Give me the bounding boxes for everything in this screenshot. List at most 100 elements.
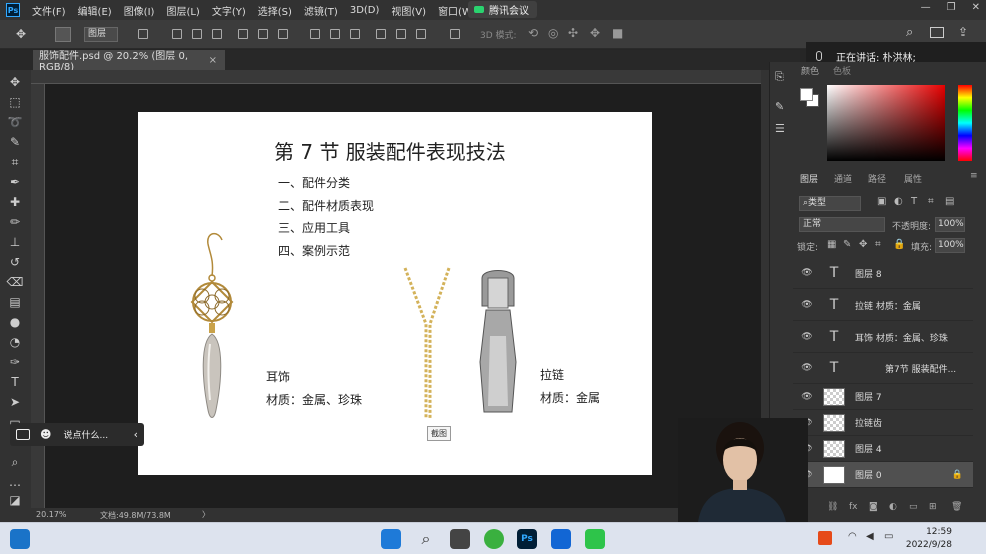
tab-layers[interactable]: 图层 (800, 172, 818, 185)
photoshop-taskbar-icon[interactable]: Ps (517, 529, 537, 549)
3d-pan-icon[interactable]: ✣ (568, 26, 578, 40)
layer-row[interactable]: 👁 T 拉链 材质：金属 (793, 290, 973, 321)
path-select-icon[interactable]: ➤ (6, 394, 24, 410)
foreground-background-swatch[interactable] (800, 88, 819, 107)
menu-view[interactable]: 视图(V) (385, 3, 432, 18)
system-clock[interactable]: 12:59 2022/9/28 (906, 526, 952, 552)
menu-layer[interactable]: 图层(L) (160, 3, 205, 18)
comment-input[interactable]: 说点什么... (63, 428, 108, 441)
distribute-spacing-icon[interactable] (450, 29, 460, 39)
lock-transparent-icon[interactable]: ▦ (827, 239, 836, 250)
brush-tool-icon[interactable]: ✏ (6, 214, 24, 230)
filter-pixel-icon[interactable]: ▣ (877, 196, 886, 207)
document-tab[interactable]: 服饰配件.psd @ 20.2% (图层 0, RGB/8) × (33, 50, 225, 73)
restore-icon[interactable]: ❐ (947, 2, 956, 13)
color-picker-field[interactable] (827, 85, 945, 161)
status-arrow-icon[interactable]: 〉 (202, 509, 210, 520)
menu-edit[interactable]: 编辑(E) (72, 3, 118, 18)
align-hcenter-icon[interactable] (258, 29, 268, 39)
menu-type[interactable]: 文字(Y) (206, 3, 252, 18)
menu-image[interactable]: 图像(I) (118, 3, 161, 18)
align-vcenter-icon[interactable] (192, 29, 202, 39)
align-top-icon[interactable] (172, 29, 182, 39)
layer-row[interactable]: 👁 拉链齿 (793, 410, 973, 436)
menu-file[interactable]: 文件(F) (26, 3, 72, 18)
distribute-vcenter-icon[interactable] (330, 29, 340, 39)
workspace-icon[interactable] (930, 27, 944, 38)
history-brush-icon[interactable]: ↺ (6, 254, 24, 270)
layer-row[interactable]: 👁 图层 7 (793, 384, 973, 410)
tencent-meeting-icon[interactable] (551, 529, 571, 549)
gradient-tool-icon[interactable]: ▤ (6, 294, 24, 310)
visibility-eye-icon[interactable]: 👁 (799, 332, 815, 342)
layer-row-selected[interactable]: 👁 图层 0 🔒 (793, 462, 973, 488)
link-layers-icon[interactable]: ⛓ (827, 502, 838, 512)
color-tab[interactable]: 颜色 (801, 64, 819, 77)
screen-share-icon[interactable] (16, 429, 30, 440)
marquee-tool-icon[interactable]: ⬚ (6, 94, 24, 110)
new-layer-icon[interactable]: ⊞ (929, 502, 937, 512)
delete-layer-icon[interactable]: 🗑 (951, 502, 962, 512)
menu-select[interactable]: 选择(S) (252, 3, 298, 18)
distribute-bottom-icon[interactable] (350, 29, 360, 39)
opacity-field[interactable]: 100% (935, 217, 965, 232)
tab-channels[interactable]: 通道 (834, 172, 852, 185)
3d-scale-icon[interactable]: ■ (612, 26, 623, 40)
windows-start-icon[interactable] (381, 529, 401, 549)
layer-row[interactable]: 👁 图层 4 (793, 436, 973, 462)
lock-artboard-icon[interactable]: ⌗ (875, 239, 881, 250)
fx-icon[interactable]: fx (849, 502, 858, 512)
align-left-icon[interactable] (238, 29, 248, 39)
align-bottom-icon[interactable] (212, 29, 222, 39)
3d-slide-icon[interactable]: ✥ (590, 26, 600, 40)
fill-field[interactable]: 100% (935, 238, 965, 253)
search-taskbar-icon[interactable]: ⌕ (416, 529, 436, 549)
widgets-icon[interactable] (10, 529, 30, 549)
visibility-eye-icon[interactable]: 👁 (799, 300, 815, 310)
3d-roll-icon[interactable]: ◎ (548, 26, 558, 40)
lasso-tool-icon[interactable]: ➰ (6, 114, 24, 130)
lock-position-icon[interactable]: ✥ (859, 239, 867, 250)
minimize-icon[interactable]: — (921, 2, 931, 13)
battery-icon[interactable]: ▭ (884, 531, 893, 542)
blend-mode-dropdown[interactable]: 正常 (799, 217, 885, 232)
panel-menu-icon[interactable]: ≡ (970, 171, 978, 181)
volume-icon[interactable]: ◀ (866, 531, 874, 542)
task-view-icon[interactable] (450, 529, 470, 549)
add-mask-icon[interactable]: ◙ (869, 502, 878, 512)
eyedropper-tool-icon[interactable]: ✒ (6, 174, 24, 190)
meeting-indicator[interactable]: 腾讯会议 (468, 1, 537, 18)
auto-select-icon[interactable] (55, 27, 71, 42)
visibility-eye-icon[interactable]: 👁 (799, 268, 815, 278)
brush-panel-icon[interactable]: ✎ (775, 100, 784, 113)
adjustment-layer-icon[interactable]: ◐ (889, 502, 897, 512)
3d-orbit-icon[interactable]: ⟲ (528, 26, 538, 40)
distribute-hcenter-icon[interactable] (396, 29, 406, 39)
emoji-icon[interactable]: ☻ (40, 428, 51, 441)
visibility-eye-icon[interactable]: 👁 (799, 392, 815, 402)
filter-smart-icon[interactable]: ▤ (945, 196, 954, 207)
crop-tool-icon[interactable]: ⌗ (6, 154, 24, 170)
share-icon[interactable]: ⇪ (958, 25, 968, 39)
move-tool-icon[interactable]: ✥ (6, 74, 24, 90)
layer-row[interactable]: 👁 T 图层 8 (793, 258, 973, 289)
browser-icon[interactable] (484, 529, 504, 549)
input-method-icon[interactable] (818, 531, 832, 545)
layer-row[interactable]: 👁 T 第7节 服装配件... (793, 353, 973, 384)
lock-all-icon[interactable]: 🔒 (893, 239, 905, 250)
filter-kind-dropdown[interactable]: ⌕类型 (799, 196, 861, 211)
blur-tool-icon[interactable]: ● (6, 314, 24, 330)
transform-controls-icon[interactable] (138, 29, 148, 39)
search-icon[interactable]: ⌕ (906, 25, 913, 40)
filter-type-icon[interactable]: T (911, 196, 917, 207)
color-swatch-icon[interactable]: ◪ (6, 492, 24, 508)
wifi-icon[interactable]: ◠ (848, 531, 857, 542)
move-tool-icon[interactable]: ✥ (16, 27, 26, 41)
distribute-left-icon[interactable] (376, 29, 386, 39)
align-right-icon[interactable] (278, 29, 288, 39)
pen-tool-icon[interactable]: ✑ (6, 354, 24, 370)
filter-shape-icon[interactable]: ⌗ (928, 196, 934, 207)
filter-adjust-icon[interactable]: ◐ (894, 196, 903, 207)
distribute-top-icon[interactable] (310, 29, 320, 39)
hue-slider[interactable] (958, 85, 972, 161)
